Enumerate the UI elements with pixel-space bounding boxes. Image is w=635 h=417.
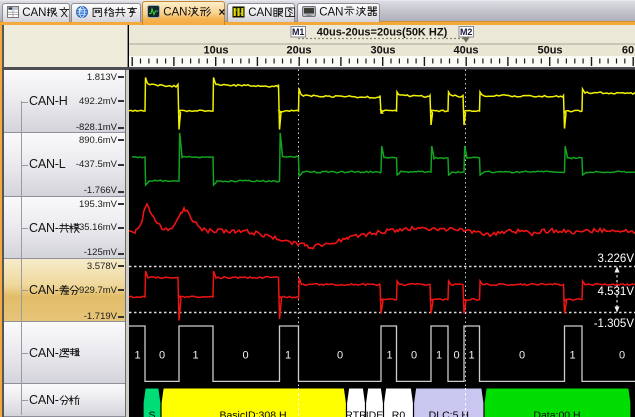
svg-text:M2: M2 <box>460 27 473 37</box>
svg-text:10us: 10us <box>203 45 228 57</box>
svg-text:DLC:5 H: DLC:5 H <box>429 410 469 417</box>
svg-text:20us: 20us <box>286 45 311 57</box>
svg-text:0: 0 <box>519 350 525 362</box>
svg-text:S: S <box>148 410 155 417</box>
svg-text:-1.305V: -1.305V <box>594 318 635 330</box>
svg-text:1: 1 <box>386 350 392 362</box>
svg-text:0: 0 <box>337 350 343 362</box>
svg-text:0: 0 <box>411 350 417 362</box>
svg-text:4.531V: 4.531V <box>598 286 635 298</box>
svg-text:1: 1 <box>285 350 291 362</box>
svg-text:M1: M1 <box>292 27 305 37</box>
svg-text:30us: 30us <box>370 45 395 57</box>
svg-text:1: 1 <box>569 350 575 362</box>
svg-text:0: 0 <box>619 350 625 362</box>
svg-text:0: 0 <box>453 350 459 362</box>
svg-text:3.226V: 3.226V <box>598 253 635 265</box>
svg-text:1: 1 <box>436 350 442 362</box>
svg-text:1: 1 <box>468 350 474 362</box>
svg-text:1: 1 <box>134 350 140 362</box>
svg-text:1: 1 <box>192 350 198 362</box>
svg-text:0: 0 <box>242 350 248 362</box>
svg-text:RTR: RTR <box>345 410 367 417</box>
svg-text:R0: R0 <box>392 410 406 417</box>
svg-text:Data:00 H: Data:00 H <box>533 410 580 417</box>
svg-text:40us-20us=20us(50K HZ): 40us-20us=20us(50K HZ) <box>317 27 448 39</box>
svg-text:IDE: IDE <box>366 410 384 417</box>
svg-text:0: 0 <box>159 350 165 362</box>
svg-text:50us: 50us <box>537 45 562 57</box>
svg-text:60: 60 <box>622 45 634 57</box>
svg-text:BasicID:308 H: BasicID:308 H <box>219 410 286 417</box>
svg-text:40us: 40us <box>453 45 478 57</box>
